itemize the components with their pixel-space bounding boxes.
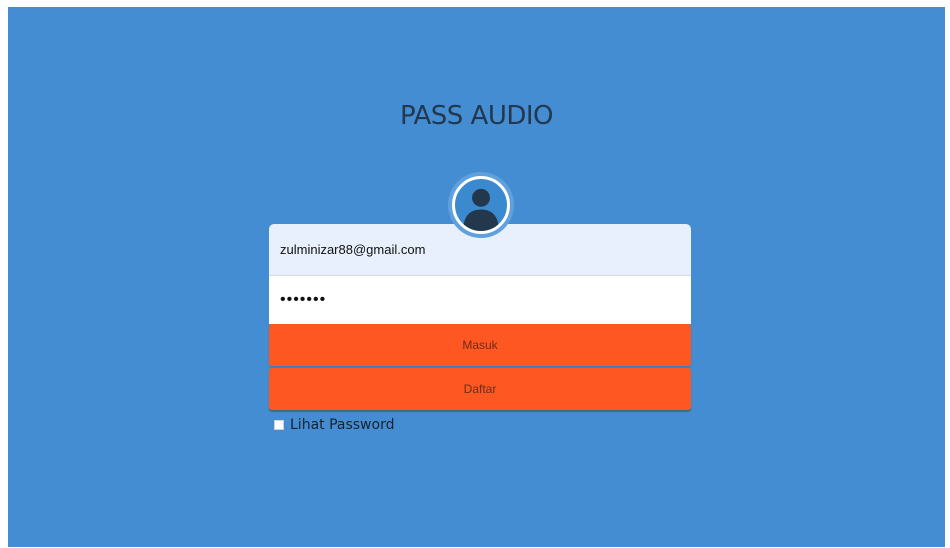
password-field[interactable]	[269, 276, 691, 324]
page-title: PASS AUDIO	[399, 101, 554, 131]
show-password-toggle[interactable]: Lihat Password	[274, 417, 394, 433]
register-button[interactable]: Daftar	[269, 368, 691, 410]
login-page: PASS AUDIO Masuk Daftar Lihat Password	[8, 7, 945, 547]
user-avatar-icon	[452, 176, 510, 234]
login-form: Masuk Daftar	[269, 224, 691, 410]
show-password-label: Lihat Password	[290, 417, 395, 433]
show-password-checkbox[interactable]	[274, 420, 284, 430]
login-button[interactable]: Masuk	[269, 324, 691, 366]
